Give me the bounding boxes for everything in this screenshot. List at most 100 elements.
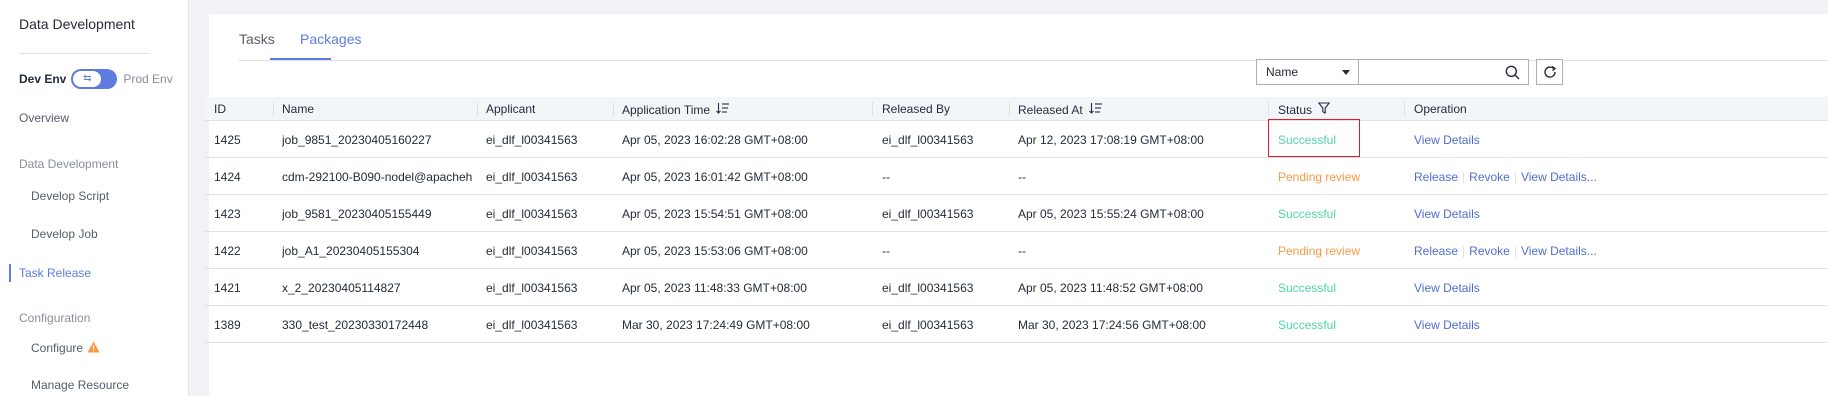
table-body: 1425 job_9851_20230405160227 ei_dlf_l00341… <box>205 121 1828 343</box>
column-divider <box>1404 102 1405 116</box>
status-badge: Successful <box>1278 281 1337 295</box>
column-divider <box>477 102 478 116</box>
cell-name: job_9581_20230405155449 <box>282 207 432 221</box>
prod-env-label[interactable]: Prod Env <box>123 72 172 86</box>
column-header-applicant: Applicant <box>486 102 536 116</box>
column-divider <box>273 102 274 116</box>
sidebar-item-label: Configure <box>31 341 84 355</box>
sidebar-item-manage-resource[interactable]: Manage Resource <box>31 378 129 392</box>
swap-icon: ⇆ <box>73 71 102 87</box>
filter-field-select[interactable]: Name <box>1256 59 1359 85</box>
table-row: 1424 cdm-292100-B090-nodel@apachehba... ei… <box>205 158 1828 195</box>
cell-name: x_2_20230405114827 <box>282 281 401 295</box>
cell-released-at: -- <box>1018 170 1026 184</box>
view-details-link[interactable]: View Details <box>1414 318 1480 332</box>
filter-icon[interactable] <box>1317 102 1331 117</box>
view-details-link[interactable]: View Details <box>1414 207 1480 221</box>
cell-application-time: Apr 05, 2023 15:53:06 GMT+08:00 <box>622 244 808 258</box>
cell-released-at: Apr 12, 2023 17:08:19 GMT+08:00 <box>1018 133 1204 147</box>
sort-icon[interactable] <box>716 102 730 117</box>
cell-id: 1424 <box>214 170 241 184</box>
sidebar-group-configuration: Configuration <box>19 311 91 325</box>
sidebar-divider <box>19 53 150 54</box>
cell-id: 1389 <box>214 318 241 332</box>
cell-application-time: Apr 05, 2023 16:02:28 GMT+08:00 <box>622 133 808 147</box>
column-divider <box>872 102 873 116</box>
env-toggle[interactable]: ⇆ <box>71 69 118 89</box>
sidebar-group-data-development: Data Development <box>19 157 119 171</box>
cell-id: 1421 <box>214 281 241 295</box>
cell-id: 1422 <box>214 244 241 258</box>
cell-released-at: Apr 05, 2023 15:55:24 GMT+08:00 <box>1018 207 1204 221</box>
release-link[interactable]: Release <box>1414 244 1458 258</box>
sort-icon[interactable] <box>1088 102 1103 117</box>
column-header-status[interactable]: Status <box>1278 102 1331 117</box>
cell-applicant: ei_dlf_l00341563 <box>486 133 578 147</box>
link-separator: | <box>1513 170 1517 184</box>
column-header-id: ID <box>214 102 226 116</box>
packages-table: ID Name Applicant Application Time Relea… <box>205 97 1828 343</box>
status-badge: Successful <box>1278 207 1337 221</box>
table-row: 1425 job_9851_20230405160227 ei_dlf_l00341… <box>205 121 1828 158</box>
link-separator: | <box>1462 244 1466 258</box>
column-header-released-by: Released By <box>882 102 951 116</box>
view-details-link[interactable]: View Details <box>1414 133 1480 147</box>
view-details-link[interactable]: View Details... <box>1521 170 1597 184</box>
status-badge: Pending review <box>1278 244 1361 258</box>
sidebar-item-develop-script[interactable]: Develop Script <box>31 189 109 203</box>
warning-icon <box>87 341 100 356</box>
column-header-operation: Operation <box>1414 102 1467 116</box>
cell-name: cdm-292100-B090-nodel@apachehba... <box>282 170 472 184</box>
cell-operation: Release | Revoke | View Details... <box>1414 170 1628 184</box>
column-header-application-time[interactable]: Application Time <box>622 102 730 117</box>
release-link[interactable]: Release <box>1414 170 1458 184</box>
cell-name: 330_test_20230330172448 <box>282 318 429 332</box>
status-badge: Successful <box>1278 318 1337 332</box>
table-header: ID Name Applicant Application Time Relea… <box>205 97 1828 121</box>
sidebar-item-develop-job[interactable]: Develop Job <box>31 227 98 241</box>
cell-application-time: Apr 05, 2023 15:54:51 GMT+08:00 <box>622 207 808 221</box>
chevron-down-icon <box>1342 70 1350 75</box>
cell-released-by: ei_dlf_l00341563 <box>882 207 974 221</box>
cell-operation: View Details <box>1414 133 1628 147</box>
cell-released-by: ei_dlf_l00341563 <box>882 318 974 332</box>
column-header-name: Name <box>282 102 315 116</box>
cell-released-at: -- <box>1018 244 1026 258</box>
tab-tasks[interactable]: Tasks <box>239 31 275 47</box>
refresh-icon <box>1544 65 1557 78</box>
table-row: 1423 job_9581_20230405155449 ei_dlf_l00341… <box>205 195 1828 232</box>
column-header-label: Application Time <box>622 102 711 117</box>
column-header-released-at[interactable]: Released At <box>1018 102 1103 117</box>
view-details-link[interactable]: View Details... <box>1521 244 1597 258</box>
cell-application-time: Mar 30, 2023 17:24:49 GMT+08:00 <box>622 318 810 332</box>
search-input[interactable] <box>1359 59 1529 85</box>
cell-applicant: ei_dlf_l00341563 <box>486 170 578 184</box>
dev-env-label: Dev Env <box>19 72 67 86</box>
tab-bar: Tasks Packages <box>239 14 1828 61</box>
cell-application-time: Apr 05, 2023 16:01:42 GMT+08:00 <box>622 170 808 184</box>
revoke-link[interactable]: Revoke <box>1469 170 1510 184</box>
sidebar-item-task-release[interactable]: Task Release <box>19 266 91 280</box>
tab-packages[interactable]: Packages <box>300 31 361 47</box>
cell-application-time: Apr 05, 2023 11:48:33 GMT+08:00 <box>622 281 807 295</box>
cell-released-by: ei_dlf_l00341563 <box>882 133 974 147</box>
cell-released-by: -- <box>882 244 890 258</box>
refresh-button[interactable] <box>1536 59 1563 85</box>
cell-operation: Release | Revoke | View Details... <box>1414 244 1628 258</box>
cell-operation: View Details <box>1414 207 1628 221</box>
table-row: 1421 x_2_20230405114827 ei_dlf_l00341563 Ap… <box>205 269 1828 306</box>
column-header-label: Released At <box>1018 102 1083 117</box>
column-divider <box>613 102 614 116</box>
cell-released-by: -- <box>882 170 890 184</box>
revoke-link[interactable]: Revoke <box>1469 244 1510 258</box>
link-separator: | <box>1462 170 1466 184</box>
view-details-link[interactable]: View Details <box>1414 281 1480 295</box>
cell-operation: View Details <box>1414 281 1628 295</box>
search-icon[interactable] <box>1505 65 1520 83</box>
table-row: 1422 job_A1_20230405155304 ei_dlf_l0034156… <box>205 232 1828 269</box>
sidebar-item-overview[interactable]: Overview <box>19 111 69 125</box>
cell-name: job_A1_20230405155304 <box>282 244 420 258</box>
cell-released-at: Apr 05, 2023 11:48:52 GMT+08:00 <box>1018 281 1203 295</box>
tab-active-underline <box>270 58 331 60</box>
sidebar-item-configure[interactable]: Configure <box>31 341 100 356</box>
